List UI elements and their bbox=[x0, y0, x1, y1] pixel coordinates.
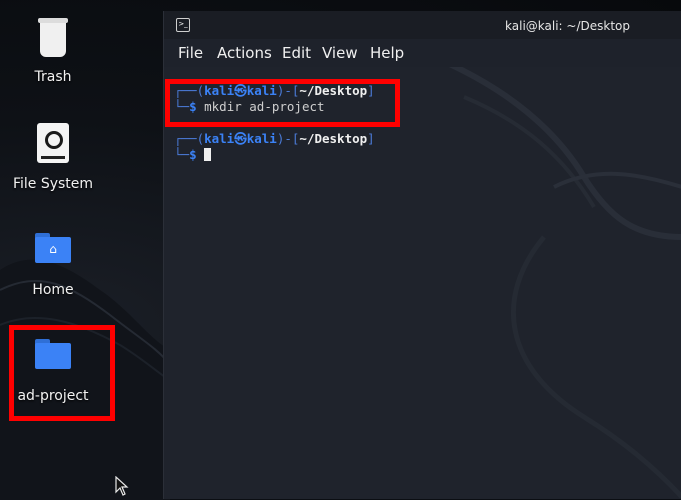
mouse-pointer-icon bbox=[115, 476, 129, 496]
home-folder-icon: ⌂ bbox=[29, 227, 77, 275]
desktop-icon-trash[interactable]: Trash bbox=[1, 14, 105, 86]
prompt-host: kali bbox=[246, 131, 277, 146]
prompt-separator: ㉿ bbox=[234, 131, 247, 146]
desktop-icon-label: File System bbox=[12, 176, 94, 192]
window-title: kali@kali: ~/Desktop bbox=[505, 19, 630, 33]
menu-actions[interactable]: Actions bbox=[217, 44, 272, 62]
desktop-icon-file-system[interactable]: File System bbox=[1, 121, 105, 193]
title-bar[interactable]: >_ kali@kali: ~/Desktop bbox=[164, 11, 681, 39]
trash-icon bbox=[29, 14, 77, 62]
prompt-symbol: $ bbox=[189, 147, 197, 162]
highlight-box-folder bbox=[9, 325, 115, 421]
desktop-icon-home[interactable]: ⌂ Home bbox=[1, 227, 105, 299]
menu-view[interactable]: View bbox=[322, 44, 358, 62]
menu-bar: File Actions Edit View Help bbox=[164, 39, 681, 67]
terminal-content[interactable]: ┌──(kali㉿kali)-[~/Desktop] └─$ mkdir ad-… bbox=[164, 67, 681, 499]
prompt-user: kali bbox=[204, 131, 235, 146]
drive-icon bbox=[29, 121, 77, 169]
terminal-icon: >_ bbox=[176, 18, 190, 32]
prompt-directory: ~/Desktop bbox=[299, 131, 368, 146]
menu-edit[interactable]: Edit bbox=[282, 44, 311, 62]
highlight-box-command bbox=[165, 79, 400, 127]
desktop-icon-label: Home bbox=[32, 282, 74, 298]
desktop-icon-label: Trash bbox=[34, 69, 72, 85]
text-cursor bbox=[204, 148, 212, 161]
menu-help[interactable]: Help bbox=[370, 44, 404, 62]
menu-file[interactable]: File bbox=[178, 44, 203, 62]
